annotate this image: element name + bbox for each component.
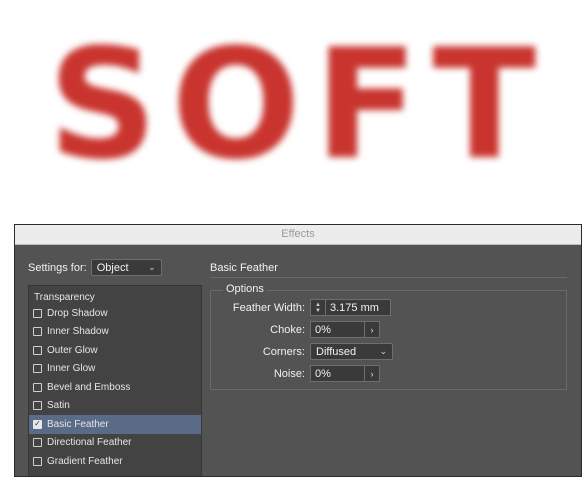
list-item[interactable]: ✓ Basic Feather (29, 415, 201, 434)
noise-slider-arrow-icon[interactable]: › (364, 366, 379, 381)
soft-hero-image: SOFT (0, 0, 588, 210)
list-item[interactable]: Satin (29, 397, 201, 416)
list-item-label: Inner Shadow (47, 326, 109, 338)
chevron-down-icon: ⌄ (379, 346, 387, 356)
checkbox-icon[interactable] (33, 401, 42, 411)
list-item[interactable]: Drop Shadow (29, 304, 201, 323)
feather-width-value: 3.175 mm (330, 301, 379, 314)
list-item-label: Outer Glow (47, 344, 98, 356)
stepper-icon[interactable]: ▲ ▼ (311, 300, 326, 315)
noise-field[interactable]: 0% › (310, 365, 380, 382)
list-item-label: Bevel and Emboss (47, 381, 131, 393)
checkbox-checked-icon[interactable]: ✓ (33, 419, 42, 429)
checkbox-icon[interactable] (33, 438, 42, 448)
list-item-transparency[interactable]: Transparency (29, 286, 201, 304)
dialog-title: Effects (15, 225, 581, 245)
corners-value: Diffused (316, 345, 357, 358)
checkbox-icon[interactable] (33, 308, 42, 318)
settings-for-select[interactable]: Object ⌄ (90, 259, 162, 276)
settings-for-row: Settings for: Object ⌄ (28, 259, 162, 276)
list-item-label: Directional Feather (47, 437, 132, 449)
options-legend: Options (223, 283, 267, 295)
feather-width-label: Feather Width: (232, 301, 305, 314)
effects-list: Transparency Drop Shadow Inner Shadow Oute… (28, 285, 202, 476)
choke-slider-arrow-icon[interactable]: › (364, 322, 379, 337)
list-item[interactable]: Outer Glow (29, 341, 201, 360)
settings-for-value: Object (96, 261, 129, 274)
list-item[interactable]: Inner Glow (29, 360, 201, 379)
hero-text: SOFT (47, 16, 551, 193)
choke-label: Choke: (270, 323, 305, 336)
section-title: Basic Feather (210, 262, 278, 274)
checkbox-icon[interactable] (33, 345, 42, 355)
list-item[interactable]: Directional Feather (29, 434, 201, 453)
list-item-label: Satin (47, 400, 70, 412)
checkbox-icon[interactable] (33, 382, 42, 392)
noise-value: 0% (315, 367, 331, 380)
list-item[interactable]: Gradient Feather (29, 452, 201, 471)
choke-field[interactable]: 0% › (310, 321, 380, 338)
corners-select[interactable]: Diffused ⌄ (310, 343, 393, 360)
list-item-label: Drop Shadow (47, 307, 108, 319)
choke-row: Choke: 0% › (213, 321, 380, 338)
list-item[interactable]: Inner Shadow (29, 323, 201, 342)
list-item[interactable]: Bevel and Emboss (29, 378, 201, 397)
noise-label: Noise: (273, 367, 305, 380)
corners-row: Corners: Diffused ⌄ (213, 343, 393, 360)
list-item-label: Basic Feather (47, 418, 109, 430)
noise-row: Noise: 0% › (213, 365, 380, 382)
checkbox-icon[interactable] (33, 364, 42, 374)
corners-label: Corners: (262, 345, 305, 358)
settings-for-label: Settings for: (28, 261, 87, 274)
effects-dialog: Effects Settings for: Object ⌄ Transpare… (14, 224, 582, 477)
checkbox-icon[interactable] (33, 456, 42, 466)
feather-width-field[interactable]: ▲ ▼ 3.175 mm (310, 299, 391, 316)
list-item-label: Gradient Feather (47, 455, 123, 467)
list-item-label: Inner Glow (47, 363, 96, 375)
chevron-down-icon: ⌄ (148, 262, 156, 272)
section-divider (210, 277, 567, 278)
choke-value: 0% (315, 323, 331, 336)
checkbox-icon[interactable] (33, 327, 42, 337)
feather-width-row: Feather Width: ▲ ▼ 3.175 mm (213, 299, 391, 316)
